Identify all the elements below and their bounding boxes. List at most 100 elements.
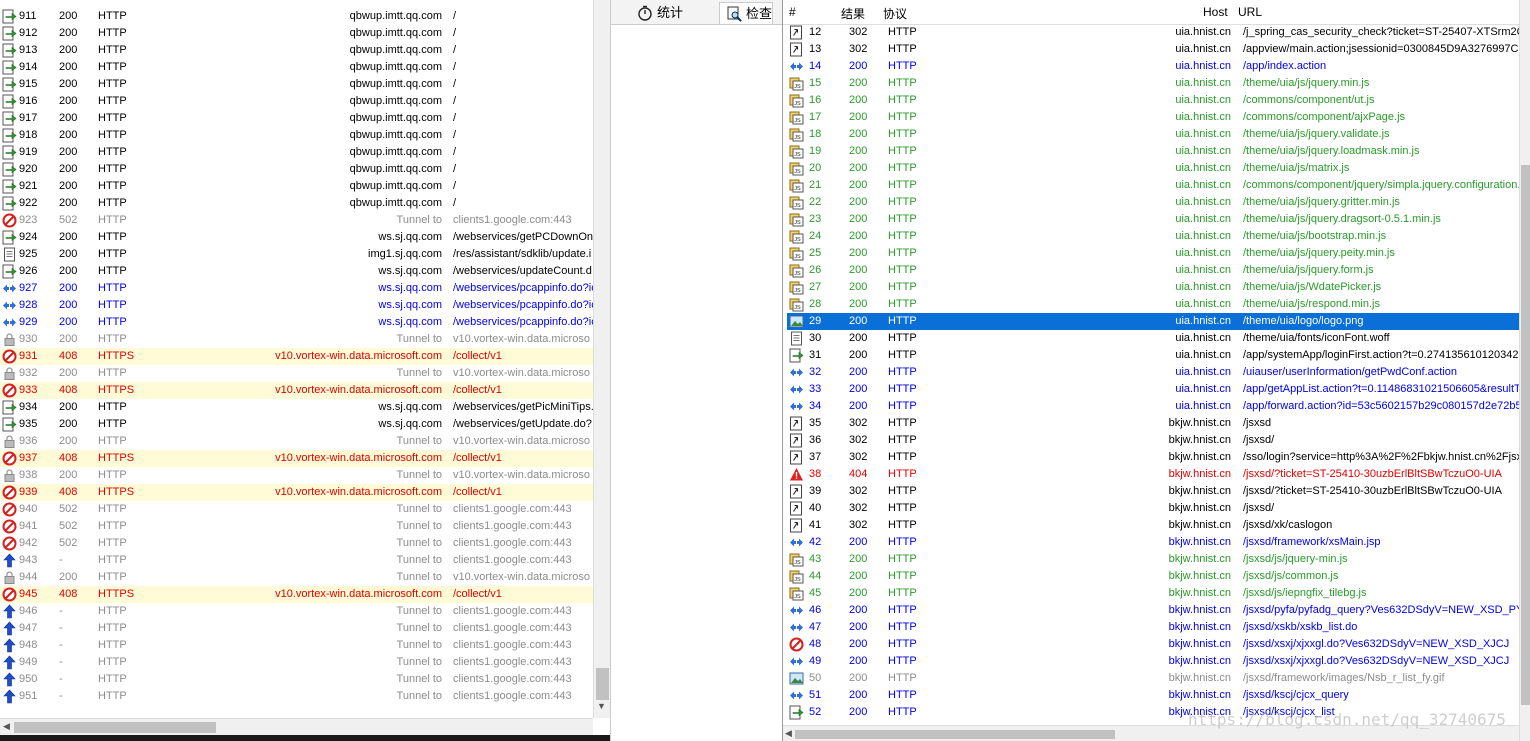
table-row[interactable]: 14 200 HTTP uia.hnist.cn/app/index.action — [787, 58, 1519, 75]
table-row[interactable]: 49 200 HTTP bkjw.hnist.cn/jsxsd/xsxj/xjxxgl… — [787, 653, 1519, 670]
tab-statistics[interactable]: 统计 — [631, 2, 683, 24]
left-horizontal-scrollbar[interactable]: ◀ — [0, 718, 593, 735]
table-row[interactable]: 939 408 HTTPS v10.vortex-win.data.microsoft… — [0, 484, 593, 501]
table-row[interactable]: 46 200 HTTP bkjw.hnist.cn/jsxsd/pyfa/pyfadg… — [787, 602, 1523, 619]
table-row[interactable]: 930 200 HTTP Tunnel to v10.vortex-win.data.m… — [0, 331, 593, 348]
table-row[interactable]: 911 200 HTTP qbwup.imtt.qq.com / — [0, 8, 593, 25]
table-row[interactable]: 38 404 HTTP bkjw.hnist.cn/jsxsd/?ticket=ST-… — [787, 466, 1519, 483]
table-row[interactable]: 927 200 HTTP ws.sj.qq.com/webservices/pcapp… — [0, 280, 593, 297]
table-row[interactable]: JS 24 200 HTTP uia.hnist.cn/theme/uia/js/boo… — [787, 228, 1519, 245]
table-row[interactable]: JS 23 200 HTTP uia.hnist.cn/theme/uia/js/jqu… — [787, 211, 1519, 228]
table-row[interactable]: JS 44 200 HTTP bkjw.hnist.cn/jsxsd/js/common… — [787, 568, 1519, 585]
table-row[interactable]: 34 200 HTTP uia.hnist.cn/app/forward.action… — [787, 398, 1523, 415]
table-row[interactable]: 936 200 HTTP Tunnel to v10.vortex-win.data.m… — [0, 433, 593, 450]
table-row[interactable]: 944 200 HTTP Tunnel to v10.vortex-win.data.m… — [0, 569, 593, 586]
col-protocol-header[interactable]: 协议 — [883, 5, 907, 22]
table-row[interactable]: JS 18 200 HTTP uia.hnist.cn/theme/uia/js/jqu… — [787, 126, 1519, 143]
table-row[interactable]: 37 302 HTTP bkjw.hnist.cn/sso/login?service… — [787, 449, 1522, 466]
table-row[interactable]: 931 408 HTTPS v10.vortex-win.data.microsoft… — [0, 348, 593, 365]
table-row[interactable]: 33 200 HTTP uia.hnist.cn/app/getAppList.act… — [787, 381, 1521, 398]
table-row[interactable]: 39 302 HTTP bkjw.hnist.cn/jsxsd/?ticket=ST-… — [787, 483, 1519, 500]
table-row[interactable]: 937 408 HTTPS v10.vortex-win.data.microsoft… — [0, 450, 593, 467]
table-row[interactable]: JS 22 200 HTTP uia.hnist.cn/theme/uia/js/jqu… — [787, 194, 1519, 211]
table-row[interactable]: 12 302 HTTP uia.hnist.cn/j_spring_cas_secur… — [787, 24, 1523, 41]
table-row[interactable]: 943 - HTTP Tunnel to clients1.google.com:443 — [0, 552, 593, 569]
table-row[interactable]: 949 - HTTP Tunnel to clients1.google.com:443 — [0, 654, 593, 671]
table-row[interactable]: 919 200 HTTP qbwup.imtt.qq.com / — [0, 144, 593, 161]
table-row[interactable]: 50 200 HTTP bkjw.hnist.cn/jsxsd/framework/i… — [787, 670, 1519, 687]
table-row[interactable]: 946 - HTTP Tunnel to clients1.google.com:443 — [0, 603, 593, 620]
table-row[interactable]: 29 200 HTTP uia.hnist.cn/theme/uia/logo/log… — [787, 313, 1519, 330]
table-row[interactable]: 948 - HTTP Tunnel to clients1.google.com:443 — [0, 637, 593, 654]
table-row[interactable]: 916 200 HTTP qbwup.imtt.qq.com / — [0, 93, 593, 110]
left-hscroll-thumb[interactable] — [14, 722, 216, 733]
left-vertical-scrollbar[interactable]: ▼ — [593, 0, 610, 718]
table-row[interactable]: 40 302 HTTP bkjw.hnist.cn/jsxsd/ — [787, 500, 1519, 517]
table-row[interactable]: 924 200 HTTP ws.sj.qq.com/webservices/getPC… — [0, 229, 593, 246]
table-row[interactable]: 42 200 HTTP bkjw.hnist.cn/jsxsd/framework/x… — [787, 534, 1519, 551]
table-row[interactable]: JS 16 200 HTTP uia.hnist.cn/commons/componen… — [787, 92, 1519, 109]
table-row[interactable]: 922 200 HTTP qbwup.imtt.qq.com / — [0, 195, 593, 212]
table-row[interactable]: JS 20 200 HTTP uia.hnist.cn/theme/uia/js/mat… — [787, 160, 1519, 177]
table-row[interactable]: 941 502 HTTP Tunnel to clients1.google.com:4… — [0, 518, 593, 535]
table-row[interactable]: 933 408 HTTPS v10.vortex-win.data.microsoft… — [0, 382, 593, 399]
table-row[interactable]: 31 200 HTTP uia.hnist.cn/app/systemApp/logi… — [787, 347, 1523, 364]
right-hscroll-thumb[interactable] — [795, 730, 1115, 739]
table-row[interactable]: JS 15 200 HTTP uia.hnist.cn/theme/uia/js/jqu… — [787, 75, 1519, 92]
table-row[interactable]: JS 17 200 HTTP uia.hnist.cn/commons/componen… — [787, 109, 1519, 126]
table-row[interactable]: 920 200 HTTP qbwup.imtt.qq.com / — [0, 161, 593, 178]
table-row[interactable]: 942 502 HTTP Tunnel to clients1.google.com:4… — [0, 535, 593, 552]
table-row[interactable]: JS 19 200 HTTP uia.hnist.cn/theme/uia/js/jqu… — [787, 143, 1519, 160]
table-row[interactable]: 41 302 HTTP bkjw.hnist.cn/jsxsd/xk/caslogon — [787, 517, 1519, 534]
scroll-down-arrow-icon[interactable]: ▼ — [597, 701, 606, 711]
table-row[interactable]: 35 302 HTTP bkjw.hnist.cn/jsxsd — [787, 415, 1519, 432]
table-row[interactable]: JS 21 200 HTTP uia.hnist.cn/commons/componen… — [787, 177, 1523, 194]
table-row[interactable]: 914 200 HTTP qbwup.imtt.qq.com / — [0, 59, 593, 76]
table-row[interactable]: 923 502 HTTP Tunnel to clients1.google.com:4… — [0, 212, 593, 229]
table-row[interactable]: JS 27 200 HTTP uia.hnist.cn/theme/uia/js/Wda… — [787, 279, 1519, 296]
col-url-header[interactable]: URL — [1238, 5, 1262, 19]
table-row[interactable]: 947 - HTTP Tunnel to clients1.google.com:443 — [0, 620, 593, 637]
right-vscroll-thumb[interactable] — [1521, 165, 1530, 705]
table-row[interactable]: 945 408 HTTPS v10.vortex-win.data.microsoft… — [0, 586, 593, 603]
table-row[interactable]: 928 200 HTTP ws.sj.qq.com/webservices/pcapp… — [0, 297, 593, 314]
scroll-left-arrow-icon[interactable]: ◀ — [785, 728, 792, 739]
tab-inspectors[interactable]: 检查 — [719, 2, 774, 24]
table-row[interactable]: 934 200 HTTP ws.sj.qq.com/webservices/getPi… — [0, 399, 593, 416]
table-row[interactable]: 938 200 HTTP Tunnel to v10.vortex-win.data.m… — [0, 467, 593, 484]
table-row[interactable]: JS 28 200 HTTP uia.hnist.cn/theme/uia/js/res… — [787, 296, 1519, 313]
scroll-left-arrow-icon[interactable]: ◀ — [3, 721, 10, 732]
table-row[interactable]: 935 200 HTTP ws.sj.qq.com/webservices/getUp… — [0, 416, 593, 433]
table-row[interactable]: 940 502 HTTP Tunnel to clients1.google.com:4… — [0, 501, 593, 518]
col-host-header[interactable]: Host — [1203, 5, 1228, 19]
table-row[interactable]: 925 200 HTTP img1.sj.qq.com/res/assistant/s… — [0, 246, 593, 263]
table-row[interactable]: 918 200 HTTP qbwup.imtt.qq.com / — [0, 127, 593, 144]
table-row[interactable]: 915 200 HTTP qbwup.imtt.qq.com / — [0, 76, 593, 93]
left-vscroll-thumb[interactable] — [596, 668, 609, 700]
session-url: /webservices/updateCount.d — [453, 265, 592, 277]
table-row[interactable]: 932 200 HTTP Tunnel to v10.vortex-win.data.m… — [0, 365, 593, 382]
table-row[interactable]: 36 302 HTTP bkjw.hnist.cn/jsxsd/ — [787, 432, 1519, 449]
table-row[interactable]: JS 45 200 HTTP bkjw.hnist.cn/jsxsd/js/iepngf… — [787, 585, 1519, 602]
col-number-header[interactable]: # — [789, 5, 796, 19]
table-row[interactable]: 929 200 HTTP ws.sj.qq.com/webservices/pcapp… — [0, 314, 593, 331]
table-row[interactable]: 912 200 HTTP qbwup.imtt.qq.com / — [0, 25, 593, 42]
table-row[interactable]: 926 200 HTTP ws.sj.qq.com/webservices/updat… — [0, 263, 593, 280]
quickexec-bar[interactable] — [0, 735, 610, 741]
table-row[interactable]: 917 200 HTTP qbwup.imtt.qq.com / — [0, 110, 593, 127]
table-row[interactable]: 921 200 HTTP qbwup.imtt.qq.com / — [0, 178, 593, 195]
table-row[interactable]: 48 200 HTTP bkjw.hnist.cn/jsxsd/xsxj/xjxxgl… — [787, 636, 1519, 653]
right-vertical-scrollbar[interactable] — [1519, 0, 1530, 741]
table-row[interactable]: 51 200 HTTP bkjw.hnist.cn/jsxsd/kscj/cjcx_q… — [787, 687, 1519, 704]
table-row[interactable]: 950 - HTTP Tunnel to clients1.google.com:443 — [0, 671, 593, 688]
table-row[interactable]: 913 200 HTTP qbwup.imtt.qq.com / — [0, 42, 593, 59]
table-row[interactable]: JS 26 200 HTTP uia.hnist.cn/theme/uia/js/jqu… — [787, 262, 1519, 279]
table-row[interactable]: 13 302 HTTP uia.hnist.cn/appview/main.actio… — [787, 41, 1523, 58]
table-row[interactable]: 951 - HTTP Tunnel to clients1.google.com:443 — [0, 688, 593, 705]
table-row[interactable]: JS 43 200 HTTP bkjw.hnist.cn/jsxsd/js/jquery… — [787, 551, 1519, 568]
table-row[interactable]: JS 25 200 HTTP uia.hnist.cn/theme/uia/js/jqu… — [787, 245, 1519, 262]
table-row[interactable]: 47 200 HTTP bkjw.hnist.cn/jsxsd/xskb/xskb_l… — [787, 619, 1519, 636]
table-row[interactable]: 30 200 HTTP uia.hnist.cn/theme/uia/fonts/ic… — [787, 330, 1519, 347]
table-row[interactable]: 32 200 HTTP uia.hnist.cn/uiauser/userInform… — [787, 364, 1519, 381]
col-result-header[interactable]: 结果 — [841, 5, 865, 22]
